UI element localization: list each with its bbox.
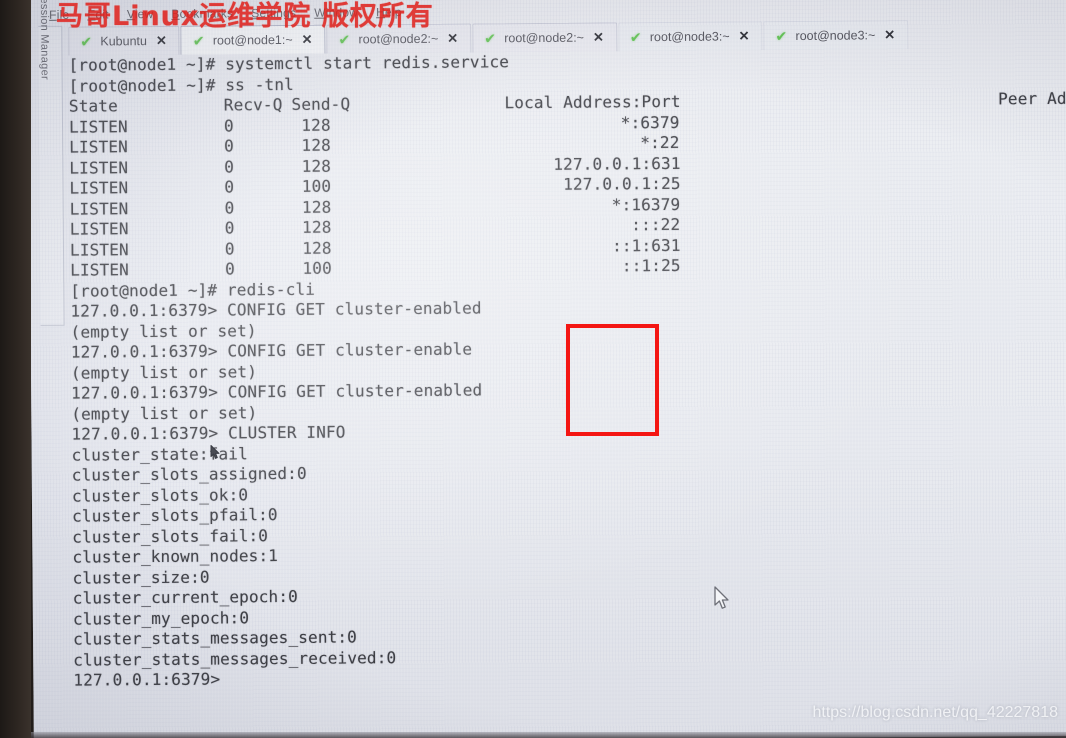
ss-header-recvq: Recv-Q <box>223 95 283 115</box>
ss-header-peer: Peer Addr <box>998 88 1066 109</box>
tab-3[interactable]: ✔ root@node2:~ ✕ <box>472 22 617 53</box>
ss-cell-recvq: 0 <box>224 156 235 176</box>
ss-cell-recvq: 0 <box>224 177 235 197</box>
ss-cell-state: LISTEN <box>69 137 129 157</box>
ss-cell-sendq: 128 <box>302 238 332 258</box>
session-manager-label: Session Manager <box>37 0 51 80</box>
tab-close-icon[interactable]: ✕ <box>302 32 313 48</box>
tab-close-icon[interactable]: ✕ <box>156 33 167 49</box>
ss-cell-recvq: 0 <box>224 259 235 279</box>
session-manager-dock[interactable]: Session Manager <box>37 0 65 326</box>
ss-cell-local: *:16379 <box>611 194 681 214</box>
tab-label: root@node3:~ <box>649 29 730 45</box>
konsole-window: File Edit View Bookmarks Settings Window Help … <box>32 0 1066 738</box>
ss-cell-local: ::1:631 <box>611 235 681 255</box>
ss-cell-sendq: 128 <box>301 197 332 217</box>
green-check-icon: ✔ <box>484 29 496 46</box>
monitor-bezel-left <box>0 0 31 738</box>
ss-cell-state: LISTEN <box>70 260 129 280</box>
chinese-watermark: 马哥Linux运维学院 版权所有 <box>56 1 434 32</box>
green-check-icon: ✔ <box>775 27 788 44</box>
tab-5[interactable]: ✔ root@node3:~ ✕ <box>763 20 909 51</box>
green-check-icon: ✔ <box>192 32 205 49</box>
ss-cell-state: LISTEN <box>69 178 129 198</box>
tab-label: root@node2:~ <box>358 31 439 47</box>
url-watermark: https://blog.csdn.net/qq_42227818 <box>812 704 1058 721</box>
ss-cell-recvq: 0 <box>223 136 234 156</box>
tab-label: root@node2:~ <box>504 30 584 46</box>
monitor-bezel-bottom <box>0 732 1066 738</box>
ss-cell-local: *:6379 <box>620 112 680 132</box>
tab-label: Kubuntu <box>100 34 147 49</box>
tab-close-icon[interactable]: ✕ <box>593 29 604 45</box>
ss-cell-recvq: 0 <box>223 115 234 135</box>
ss-cell-sendq: 100 <box>301 176 332 196</box>
ss-header-sendq: Send-Q <box>291 94 351 114</box>
ss-cell-state: LISTEN <box>69 219 129 239</box>
tab-close-icon[interactable]: ✕ <box>447 31 458 47</box>
ss-cell-local: :::22 <box>631 214 681 235</box>
ss-cell-local: 127.0.0.1:631 <box>553 153 681 174</box>
green-check-icon: ✔ <box>629 28 642 45</box>
ss-cell-sendq: 128 <box>302 217 332 237</box>
ss-cell-sendq: 128 <box>301 135 331 155</box>
ss-cell-state: LISTEN <box>69 239 129 260</box>
ss-header-state: State <box>68 96 118 116</box>
tab-label: root@node1:~ <box>212 32 293 48</box>
ss-cell-recvq: 0 <box>224 218 235 238</box>
green-check-icon: ✔ <box>338 30 351 48</box>
ss-cell-sendq: 128 <box>301 156 332 176</box>
ss-cell-sendq: 100 <box>302 258 332 278</box>
ss-cell-state: LISTEN <box>68 116 128 137</box>
ss-cell-state: LISTEN <box>69 198 129 219</box>
red-annotation-rectangle <box>566 324 659 436</box>
ss-cell-local: 127.0.0.1:25 <box>563 173 681 194</box>
tab-4[interactable]: ✔ root@node3:~ ✕ <box>617 21 763 52</box>
ss-cell-local: ::1:25 <box>621 255 681 276</box>
monitor-photograph: File Edit View Bookmarks Settings Window Help … <box>0 0 1066 738</box>
ss-header-local: Local Address:Port <box>504 91 681 113</box>
tab-close-icon[interactable]: ✕ <box>739 28 750 44</box>
green-check-icon: ✔ <box>80 32 93 50</box>
ss-cell-recvq: 0 <box>224 197 235 217</box>
tab-close-icon[interactable]: ✕ <box>884 27 895 43</box>
ss-cell-state: LISTEN <box>69 157 129 178</box>
ss-cell-sendq: 128 <box>301 115 331 135</box>
ss-cell-recvq: 0 <box>224 238 235 258</box>
ss-cell-local: *:22 <box>640 132 680 153</box>
monitor-screen: File Edit View Bookmarks Settings Window Help … <box>28 0 1066 738</box>
tab-label: root@node3:~ <box>795 28 876 43</box>
